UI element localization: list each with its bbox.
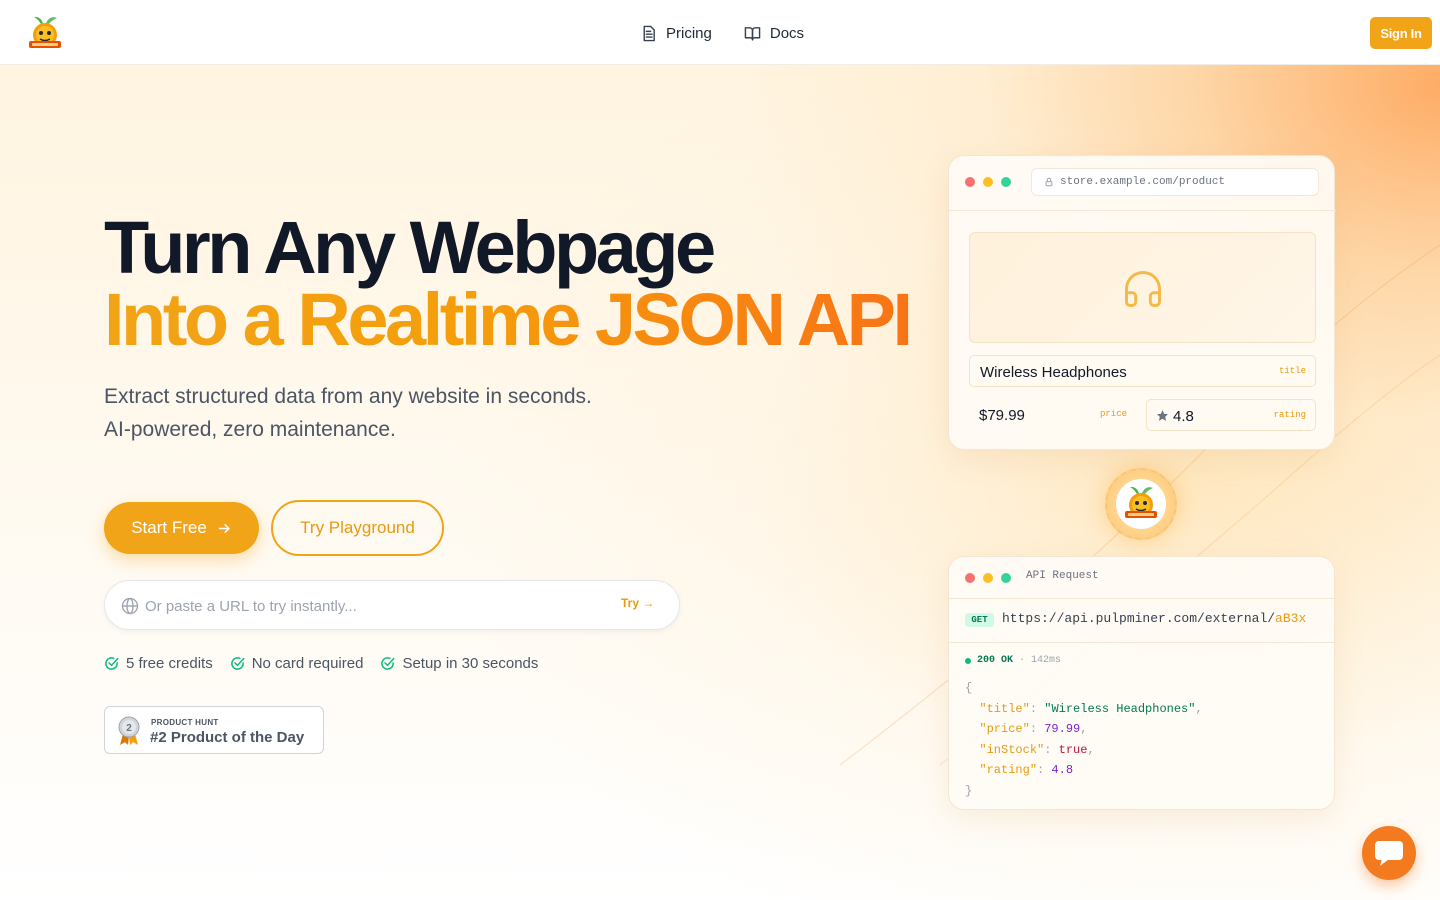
start-free-button[interactable]: Start Free [104,502,259,554]
rating-field-label: rating [1273,410,1306,420]
response-status: 200 OK · 142ms [965,655,1061,666]
lock-icon [1045,177,1053,187]
feature-checks: 5 free credits No card required Setup in… [104,655,538,672]
book-icon [744,26,761,41]
url-input-box: Try → [104,580,680,630]
json-instock: true [1058,742,1088,757]
endpoint-url: https://api.pulpminer.com/external/aB3x [1002,611,1306,626]
globe-icon [121,597,139,615]
json-rating: 4.8 [1051,763,1074,777]
price-value: $79.99 [979,407,1025,424]
check-item: 5 free credits [104,655,213,672]
hero-subtitle-line1: Extract structured data from any website… [104,385,592,408]
pulpminer-hub [1105,468,1177,540]
pulpminer-logo-icon[interactable] [26,14,64,52]
status-code: 200 OK [977,655,1014,666]
medal-rank: 2 [126,723,132,734]
chat-button[interactable] [1362,826,1416,880]
hero-subtitle: Extract structured data from any website… [104,380,664,446]
status-dot [965,657,971,664]
check-label: Setup in 30 seconds [402,655,539,672]
divider [949,598,1336,599]
divider [949,642,1336,643]
hero-title-line2: Into a Realtime JSON API [104,278,913,361]
response-time: 142ms [1031,655,1062,666]
nav-links: Pricing Docs [640,20,804,46]
arrow-right-icon [218,523,230,533]
api-request-card: API Request GET https://api.pulpminer.co… [948,556,1336,810]
hub-logo [1116,479,1166,529]
product-hunt-badge[interactable]: 2 PRODUCT HUNT #2 Product of the Day [104,706,324,754]
start-free-label: Start Free [131,518,207,537]
check-label: No card required [251,655,364,672]
medal-icon: 2 [118,716,140,745]
nav-pricing-link[interactable]: Pricing [640,25,712,42]
nav-docs-link[interactable]: Docs [744,25,804,42]
top-nav: Pricing Docs Sign In [0,0,1440,65]
hero-subtitle-line2: AI-powered, zero maintenance. [104,418,396,441]
star-icon [1157,410,1168,421]
product-image-placeholder [969,232,1316,343]
endpoint-key: aB3x [1275,611,1307,626]
price-field-label: price [1100,409,1128,419]
api-card-title: API Request [1026,570,1099,582]
sign-in-button[interactable]: Sign In [1370,17,1432,49]
check-item: Setup in 30 seconds [380,655,538,672]
endpoint-base: https://api.pulpminer.com/external/ [1002,611,1276,626]
title-value: Wireless Headphones [980,364,1127,381]
address-bar: store.example.com/product [1031,168,1319,196]
minimize-dot [983,177,993,187]
nav-docs-label: Docs [769,24,805,42]
pulpminer-logo-icon [1125,486,1157,518]
maximize-dot [1001,177,1011,187]
check-circle-icon [105,657,119,670]
check-circle-icon [381,657,395,670]
close-dot [965,573,975,583]
divider [949,210,1336,211]
headphones-icon [1125,271,1161,307]
try-url-button[interactable]: Try → [621,596,654,610]
hero-title-line1: Turn Any Webpage [104,206,716,289]
product-hunt-label: PRODUCT HUNT [151,718,219,727]
json-title: Wireless Headphones [1051,701,1189,716]
check-label: 5 free credits [126,655,213,672]
product-preview-card: store.example.com/product Wireless Headp… [948,155,1336,450]
check-item: No card required [230,655,364,672]
title-field: Wireless Headphones title [969,355,1316,387]
minimize-dot [983,573,993,583]
url-input[interactable] [145,593,605,619]
maximize-dot [1001,573,1011,583]
nav-pricing-label: Pricing [666,24,712,42]
json-price: 79.99 [1044,722,1081,736]
json-response: { "title": "Wireless Headphones", "price… [965,681,1203,798]
close-dot [965,177,975,187]
window-dots [965,177,1011,187]
title-field-label: title [1278,366,1306,376]
product-hunt-rank: #2 Product of the Day [150,729,305,746]
rating-field: 4.8 rating [1146,399,1316,431]
document-icon [643,25,655,41]
rating-value: 4.8 [1173,408,1194,425]
address-text: store.example.com/product [1060,176,1226,188]
method-badge: GET [965,613,994,627]
chat-bubble-icon [1375,841,1403,866]
window-dots [965,573,1011,583]
check-circle-icon [230,657,245,670]
try-playground-button[interactable]: Try Playground [271,500,444,556]
